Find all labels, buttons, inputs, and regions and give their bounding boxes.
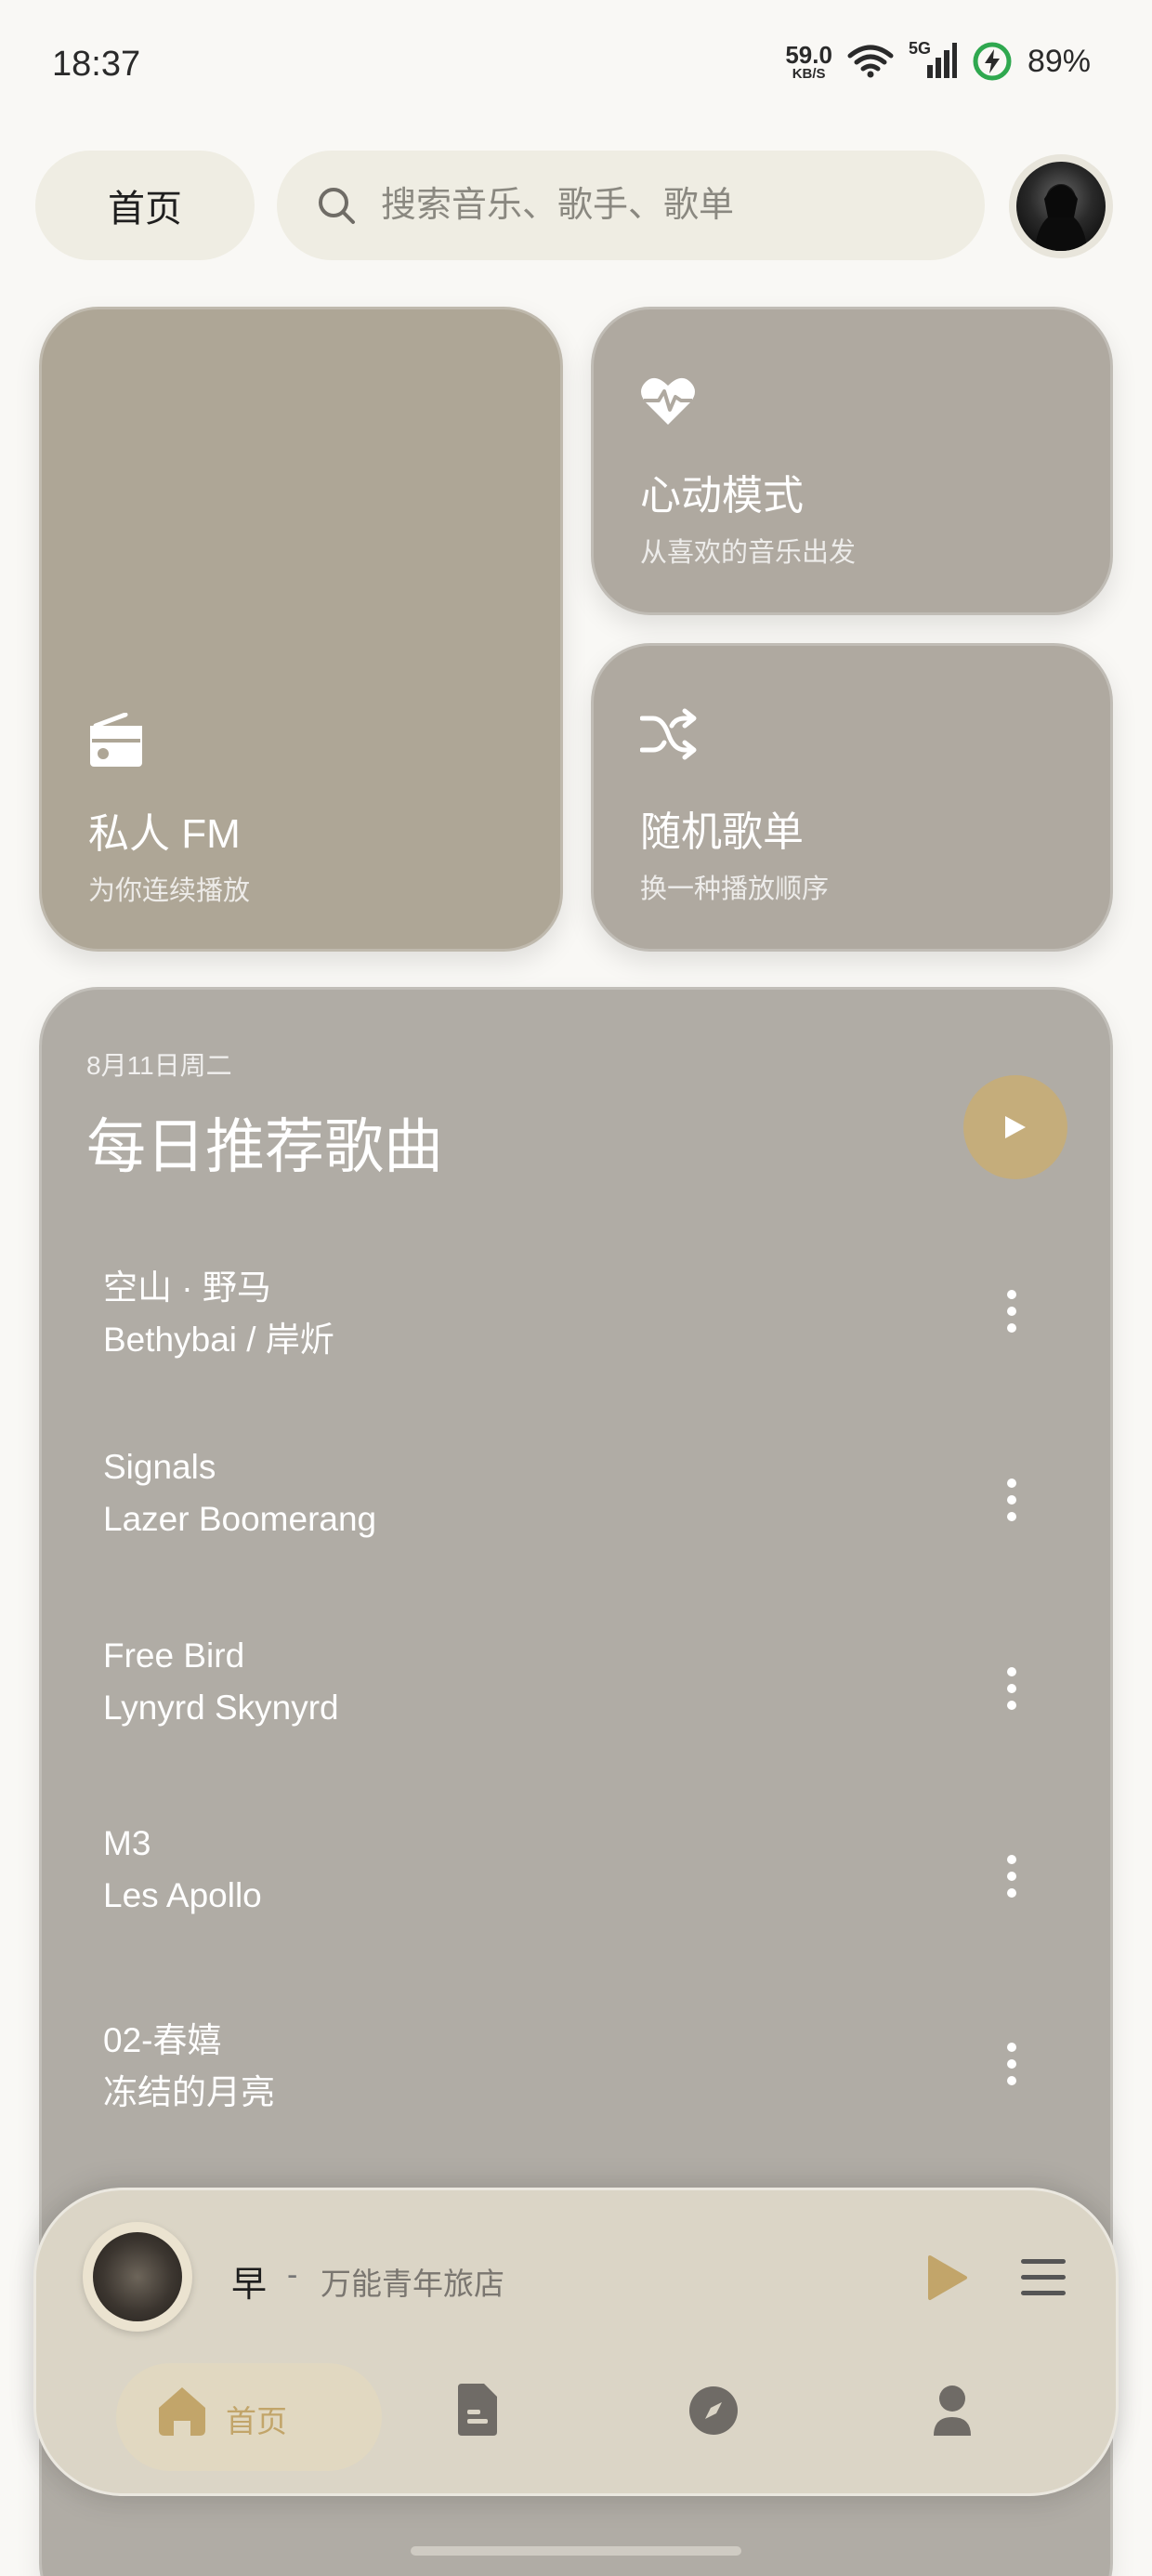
song-row[interactable]: M3 Les Apollo <box>98 1824 1064 1954</box>
signal-icon: 5G <box>909 39 957 80</box>
song-artist: Bethybai / 岸炘 <box>103 1321 334 1359</box>
more-options-icon[interactable] <box>993 1278 1030 1345</box>
avatar[interactable] <box>1009 154 1113 258</box>
search-bar[interactable] <box>277 151 985 260</box>
more-options-icon[interactable] <box>993 1655 1030 1722</box>
wifi-icon <box>847 45 894 78</box>
radio-icon <box>90 713 142 767</box>
heart-mode-title: 心动模式 <box>640 473 804 519</box>
daily-title: 每日推荐歌曲 <box>86 1113 443 1180</box>
home-button[interactable]: 首页 <box>35 151 255 260</box>
private-fm-subtitle: 为你连续播放 <box>88 876 251 906</box>
home-icon[interactable] <box>155 2384 209 2438</box>
net-speed-value: 59.0 <box>785 40 832 69</box>
document-icon[interactable] <box>454 2384 499 2436</box>
battery-charging-icon <box>973 42 1012 81</box>
more-options-icon[interactable] <box>993 1466 1030 1533</box>
heart-pulse-icon <box>641 377 695 425</box>
net-speed: 59.0 KB/S <box>785 43 832 81</box>
song-title: 空山 · 野马 <box>103 1268 271 1307</box>
song-title: Signals <box>103 1448 216 1486</box>
search-icon <box>319 188 355 224</box>
heart-mode-card[interactable]: 心动模式 从喜欢的音乐出发 <box>591 307 1113 615</box>
search-input[interactable] <box>379 184 959 227</box>
nav-home-label[interactable]: 首页 <box>226 2397 287 2441</box>
album-disc <box>93 2232 182 2321</box>
daily-date: 8月11日周二 <box>86 1051 232 1080</box>
private-fm-title: 私人 FM <box>88 811 241 857</box>
battery-percentage: 89% <box>1027 43 1091 79</box>
song-artist: Lazer Boomerang <box>103 1500 377 1538</box>
shuffle-icon <box>640 708 697 760</box>
playlist-queue-icon[interactable] <box>1019 2255 1067 2300</box>
app-screen: 18:37 59.0 KB/S 5G 89% 首页 搜索音乐、歌手、歌单 私人 … <box>0 0 1152 2576</box>
album-art[interactable] <box>83 2222 192 2332</box>
compass-icon[interactable] <box>688 2385 739 2436</box>
avatar-image <box>1016 162 1106 251</box>
net-speed-unit: KB/S <box>792 65 826 82</box>
play-icon[interactable] <box>919 2252 971 2304</box>
status-icons: 59.0 KB/S 5G 89% <box>785 39 1091 82</box>
song-title: 02-春嬉 <box>103 2021 222 2059</box>
heart-mode-subtitle: 从喜欢的音乐出发 <box>640 538 857 568</box>
more-options-icon[interactable] <box>993 2031 1030 2097</box>
random-playlist-subtitle: 换一种播放顺序 <box>640 874 830 904</box>
song-row[interactable]: 空山 · 野马 Bethybai / 岸炘 <box>98 1259 1064 1389</box>
song-row[interactable]: Free Bird Lynyrd Skynyrd <box>98 1636 1064 1767</box>
song-artist: Lynyrd Skynyrd <box>103 1689 339 1727</box>
random-playlist-card[interactable]: 随机歌单 换一种播放顺序 <box>591 643 1113 952</box>
now-playing-title[interactable]: 早 <box>231 2255 267 2307</box>
more-options-icon[interactable] <box>993 1843 1030 1910</box>
home-indicator[interactable] <box>411 2546 741 2556</box>
song-row[interactable]: Signals Lazer Boomerang <box>98 1448 1064 1578</box>
daily-play-button[interactable] <box>963 1075 1067 1179</box>
song-artist: Les Apollo <box>103 1876 262 1914</box>
user-icon[interactable] <box>932 2384 973 2438</box>
private-fm-card[interactable]: 私人 FM 为你连续播放 <box>39 307 563 952</box>
song-title: Free Bird <box>103 1636 245 1675</box>
now-playing-artist: 万能青年旅店 <box>321 2267 504 2301</box>
player-panel: 早 - 万能青年旅店 首页 <box>33 2188 1119 2496</box>
now-playing-separator: - <box>287 2257 298 2293</box>
status-time: 18:37 <box>52 45 141 84</box>
random-playlist-title: 随机歌单 <box>640 809 804 855</box>
song-title: M3 <box>103 1824 151 1862</box>
song-row[interactable]: 02-春嬉 冻结的月亮 <box>98 2012 1064 2142</box>
play-icon <box>1005 1116 1026 1138</box>
song-artist: 冻结的月亮 <box>103 2073 275 2111</box>
